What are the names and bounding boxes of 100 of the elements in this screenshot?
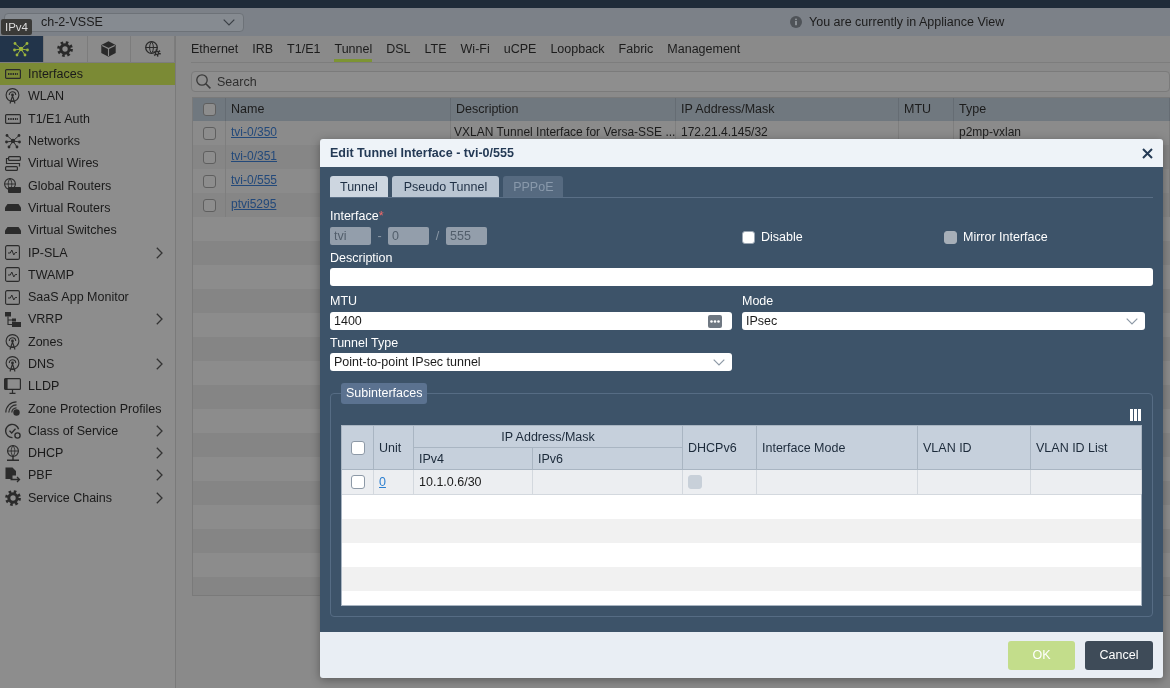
checkbox[interactable] <box>202 198 216 212</box>
search-field[interactable]: Search <box>191 71 1170 92</box>
monitor-icon <box>4 378 21 395</box>
pulse-icon <box>5 267 20 283</box>
signal-icon <box>5 401 20 417</box>
column-header: DHCPv6 <box>683 426 757 470</box>
tab[interactable]: Ethernet <box>191 36 239 62</box>
sidebar-item[interactable]: Class of Service <box>0 419 175 443</box>
checkbox[interactable] <box>742 230 755 244</box>
checkbox[interactable] <box>202 174 216 188</box>
sidebar-item[interactable]: TWAMP <box>0 263 175 286</box>
interface-link[interactable]: tvi-0/555 <box>231 173 278 187</box>
checkbox[interactable] <box>202 150 216 164</box>
close-button[interactable] <box>1142 147 1153 159</box>
sidebar-item[interactable]: DNS <box>0 352 175 376</box>
tab[interactable]: Loopback <box>550 36 605 62</box>
column-header: IPv4 <box>414 448 533 470</box>
tab[interactable]: T1/E1 <box>287 36 321 62</box>
tab[interactable]: LTE <box>424 36 447 62</box>
tab[interactable]: Tunnel <box>334 36 373 62</box>
pulse-icon <box>5 289 20 305</box>
checkbox[interactable] <box>202 103 216 116</box>
sidebar-item[interactable]: Global Routers <box>0 174 175 197</box>
tunnel-type-select[interactable]: Point-to-point IPsec tunnel <box>330 353 732 371</box>
cube-icon <box>101 41 117 57</box>
hierarchy-icon <box>4 311 21 327</box>
column-header: VLAN ID <box>918 426 1031 470</box>
section-title: Subinterfaces <box>341 383 428 404</box>
sidebar-item[interactable]: SaaS App Monitor <box>0 285 175 309</box>
interface-link[interactable]: tvi-0/350 <box>231 125 278 139</box>
mode-select[interactable]: IPsec <box>742 312 1145 330</box>
field-label: MTU <box>330 294 359 308</box>
checkbox[interactable] <box>350 440 365 455</box>
tab[interactable]: uCPE <box>503 36 537 62</box>
column-header: IP Address/Mask <box>414 426 683 448</box>
port-icon <box>4 113 21 124</box>
field-label: Description <box>330 251 394 265</box>
unit-link[interactable]: 0 <box>379 475 386 489</box>
more-icon[interactable] <box>708 314 722 328</box>
checkbox[interactable] <box>350 475 365 489</box>
chevron-down-icon <box>223 18 235 26</box>
port-icon <box>4 69 21 80</box>
sidebar-item[interactable]: Zones <box>0 330 175 353</box>
field-label: Interface* <box>330 209 385 223</box>
globe-icon <box>5 445 20 462</box>
tab[interactable]: DSL <box>386 36 411 62</box>
close-icon <box>1142 147 1153 159</box>
device-icon <box>4 204 21 212</box>
device-icon <box>4 226 21 234</box>
sidebar-item[interactable]: Virtual Switches <box>0 219 175 242</box>
sidebar-item[interactable]: PBF <box>0 464 175 487</box>
search-icon <box>196 74 211 89</box>
checkbox-label: Mirror Interface <box>963 230 1048 244</box>
gauge-icon <box>4 422 21 439</box>
chevron-down-icon <box>713 358 725 366</box>
sidebar-item[interactable]: VRRP <box>0 308 175 331</box>
sidebar-item[interactable]: LLDP <box>0 375 175 398</box>
sidebar-item[interactable]: Interfaces <box>0 63 175 86</box>
sidebar-tab[interactable] <box>0 36 44 62</box>
field-label: Mode <box>742 294 775 308</box>
field-label: Tunnel Type <box>330 336 400 350</box>
tab[interactable]: Tunnel <box>330 176 388 197</box>
gear-icon <box>4 489 21 506</box>
cable-icon <box>4 155 21 171</box>
separator: / <box>434 229 441 243</box>
globe-router-icon <box>4 178 21 194</box>
description-field[interactable] <box>330 268 1153 286</box>
antenna-icon <box>5 356 20 372</box>
sidebar-item[interactable]: T1/E1 Auth <box>0 107 175 130</box>
table-cell: 10.1.0.6/30 <box>414 470 533 494</box>
sidebar-item[interactable]: Service Chains <box>0 486 175 509</box>
view-notice: You are currently in Appliance View <box>809 15 1005 29</box>
sidebar-item[interactable]: Zone Protection Profiles <box>0 397 175 420</box>
document-icon <box>4 467 21 484</box>
gear-icon <box>57 41 74 57</box>
sidebar-item[interactable]: DHCP <box>0 442 175 465</box>
tab[interactable]: IRB <box>252 36 274 62</box>
tab[interactable]: Pseudo Tunnel <box>391 176 500 197</box>
checkbox[interactable] <box>202 126 216 140</box>
search-input[interactable]: Search <box>217 73 1169 90</box>
chevron-down-icon <box>1126 317 1138 325</box>
sidebar-item[interactable]: IP-SLA <box>0 241 175 264</box>
separator: - <box>376 229 383 243</box>
tab[interactable]: Fabric <box>618 36 654 62</box>
mtu-field[interactable]: 1400 <box>330 312 732 330</box>
network-icon <box>4 133 21 150</box>
tab[interactable]: Wi-Fi <box>460 36 490 62</box>
column-header: IPv6 <box>533 448 683 470</box>
column-header: Unit <box>374 426 414 470</box>
antenna-icon <box>5 333 20 350</box>
info-icon <box>790 16 802 28</box>
sidebar-item[interactable]: Virtual Wires <box>0 152 175 175</box>
sidebar-item[interactable]: Networks <box>0 129 175 153</box>
antenna-icon <box>5 88 20 105</box>
sidebar-item[interactable]: WLAN <box>0 85 175 108</box>
cancel-button[interactable]: Cancel <box>1085 640 1153 670</box>
sidebar-item[interactable]: Virtual Routers <box>0 196 175 220</box>
columns-icon[interactable] <box>1130 409 1141 421</box>
dialog-title: Edit Tunnel Interface - tvi-0/555 <box>330 146 514 160</box>
tab[interactable]: Management <box>667 36 741 62</box>
